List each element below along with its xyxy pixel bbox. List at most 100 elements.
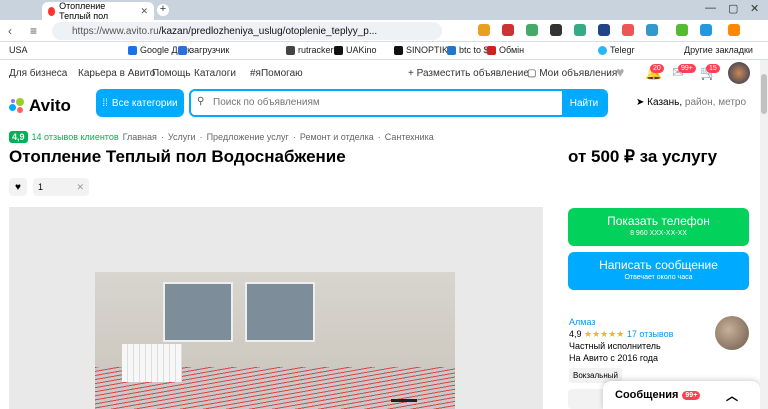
avito-logo[interactable]: Avito: [9, 96, 71, 116]
bookmark-label: btc to $: [459, 45, 489, 55]
new-tab-button[interactable]: +: [157, 4, 169, 16]
city-label: Казань,: [647, 97, 683, 108]
google-drive-icon: [128, 45, 137, 55]
location-selector[interactable]: ➤ Казань, район, метро: [636, 97, 746, 108]
location-hint: район, метро: [684, 97, 747, 108]
my-ads-label: Мои объявления: [539, 68, 618, 79]
bookmarks-bar: USA Google Диск загрузчик rutracker UAKi…: [0, 42, 768, 60]
bookmark[interactable]: загрузчик: [178, 45, 229, 55]
maximize-icon[interactable]: ▢: [728, 2, 738, 15]
bookmark-icon: [447, 45, 456, 55]
bookmark[interactable]: rutracker: [286, 45, 334, 55]
seller-reviews-link[interactable]: 17 отзывов: [627, 329, 674, 339]
add-to-favorites-button[interactable]: ♥: [9, 178, 27, 196]
bookmark-icon: [394, 45, 403, 55]
nav-hashtag[interactable]: #яПомогаю: [250, 68, 303, 79]
favorites-heart-icon[interactable]: ♥: [616, 64, 624, 80]
page-scrollbar[interactable]: [760, 60, 768, 409]
extension-icon[interactable]: [478, 24, 490, 36]
extension-icon[interactable]: [646, 24, 658, 36]
note-field[interactable]: 1 ✕: [33, 178, 89, 196]
bookmark[interactable]: Обмін: [487, 45, 524, 55]
reviews-link[interactable]: 14 отзывов клиентов: [32, 132, 119, 142]
scrollbar-thumb[interactable]: [761, 74, 767, 114]
breadcrumb-item[interactable]: Сантехника: [385, 132, 434, 142]
extension-icon[interactable]: [526, 24, 538, 36]
bookmark-label: USA: [9, 45, 28, 55]
bookmark[interactable]: SINOPTIK: [394, 45, 448, 55]
bookmark-icon: [286, 45, 295, 55]
close-tab-icon[interactable]: ✕: [140, 6, 148, 17]
photo-gallery[interactable]: [9, 207, 543, 409]
breadcrumb-separator: ·: [292, 132, 296, 142]
all-categories-button[interactable]: ⁞⁞ Все категории: [96, 89, 184, 117]
my-ads-link[interactable]: ▢ Мои объявления: [527, 68, 617, 79]
breadcrumb-item[interactable]: Услуги: [168, 132, 196, 142]
bookmark[interactable]: USA: [9, 45, 28, 55]
bookmark-label: Другие закладки: [684, 45, 753, 55]
seller-avatar[interactable]: [715, 316, 749, 350]
breadcrumb-separator: ·: [199, 132, 203, 142]
close-window-icon[interactable]: ✕: [750, 2, 759, 15]
extension-icon[interactable]: [502, 24, 514, 36]
search-button[interactable]: Найти: [562, 91, 606, 115]
nav-help[interactable]: Помощь: [152, 68, 191, 79]
messages-badge: 99+: [678, 64, 696, 73]
response-time: Отвечает около часа: [624, 274, 693, 281]
bookmark-label: SINOPTIK: [406, 45, 449, 55]
bookmark[interactable]: btc to $: [447, 45, 489, 55]
listing-title: Отопление Теплый пол Водоснабжение: [9, 147, 346, 166]
extension-icon[interactable]: [550, 24, 562, 36]
nav-career[interactable]: Карьера в Авито: [78, 68, 155, 79]
bookmark-label: UAKino: [346, 45, 377, 55]
rating-stars: ★★★★★: [584, 329, 625, 339]
bookmark-label: rutracker: [298, 45, 334, 55]
note-value: 1: [38, 182, 44, 192]
url-host: https://www.avito.ru: [72, 25, 159, 37]
seller-info: Алмаз 4,9 ★★★★★ 17 отзывов Частный испол…: [569, 316, 673, 364]
seller-type: Частный исполнитель: [569, 341, 661, 351]
extension-icon[interactable]: [728, 24, 740, 36]
avito-logo-icon: [9, 98, 25, 114]
messages-label: Сообщения: [615, 389, 679, 401]
seller-since: На Авито с 2016 года: [569, 353, 659, 363]
breadcrumb-item[interactable]: Предложение услуг: [207, 132, 289, 142]
user-avatar[interactable]: [728, 62, 750, 84]
back-icon[interactable]: ‹: [8, 24, 12, 38]
bookmark[interactable]: Telegr: [598, 45, 635, 55]
bookmark-label: загрузчик: [190, 45, 230, 55]
extension-icon[interactable]: [574, 24, 586, 36]
listing-photo[interactable]: [95, 272, 455, 409]
nav-catalogs[interactable]: Каталоги: [194, 68, 236, 79]
messages-count-badge: 99+: [682, 390, 701, 400]
tab-title: Отопление Теплый пол: [59, 1, 109, 21]
messages-panel[interactable]: Сообщения 99+ ︿: [603, 381, 760, 409]
notifications-badge: 20: [650, 64, 664, 73]
bookmark-icon: [178, 45, 187, 55]
address-bar[interactable]: https://www.avito.ru/kazan/predlozheniya…: [52, 22, 442, 40]
minimize-icon[interactable]: —: [705, 2, 716, 14]
breadcrumb-item[interactable]: Главная: [123, 132, 157, 142]
download-icon[interactable]: [676, 24, 688, 36]
other-bookmarks[interactable]: Другие закладки: [684, 45, 753, 55]
search-input[interactable]: [195, 93, 562, 113]
show-phone-button[interactable]: Показать телефон 8 960 XXX-XX-XX: [568, 208, 749, 246]
extension-icon[interactable]: [598, 24, 610, 36]
post-ad-link[interactable]: + Разместить объявление: [408, 68, 529, 79]
seller-name[interactable]: Алмаз: [569, 316, 673, 328]
search-box: ⚲ Найти: [189, 89, 608, 117]
photo-radiator: [122, 344, 182, 382]
chevron-up-icon[interactable]: ︿: [726, 387, 738, 404]
write-message-label: Написать сообщение: [599, 258, 718, 272]
extension-icon[interactable]: [700, 24, 712, 36]
extension-icon[interactable]: [622, 24, 634, 36]
nav-business[interactable]: Для бизнеса: [9, 68, 67, 79]
bookmark[interactable]: UAKino: [334, 45, 377, 55]
photo-window: [163, 282, 233, 342]
show-phone-label: Показать телефон: [607, 214, 710, 228]
write-message-button[interactable]: Написать сообщение Отвечает около часа: [568, 252, 749, 290]
menu-icon[interactable]: ≡: [30, 24, 37, 38]
clear-icon[interactable]: ✕: [76, 182, 84, 193]
breadcrumb-item[interactable]: Ремонт и отделка: [300, 132, 374, 142]
browser-tab[interactable]: Отопление Теплый пол ✕: [42, 1, 154, 21]
